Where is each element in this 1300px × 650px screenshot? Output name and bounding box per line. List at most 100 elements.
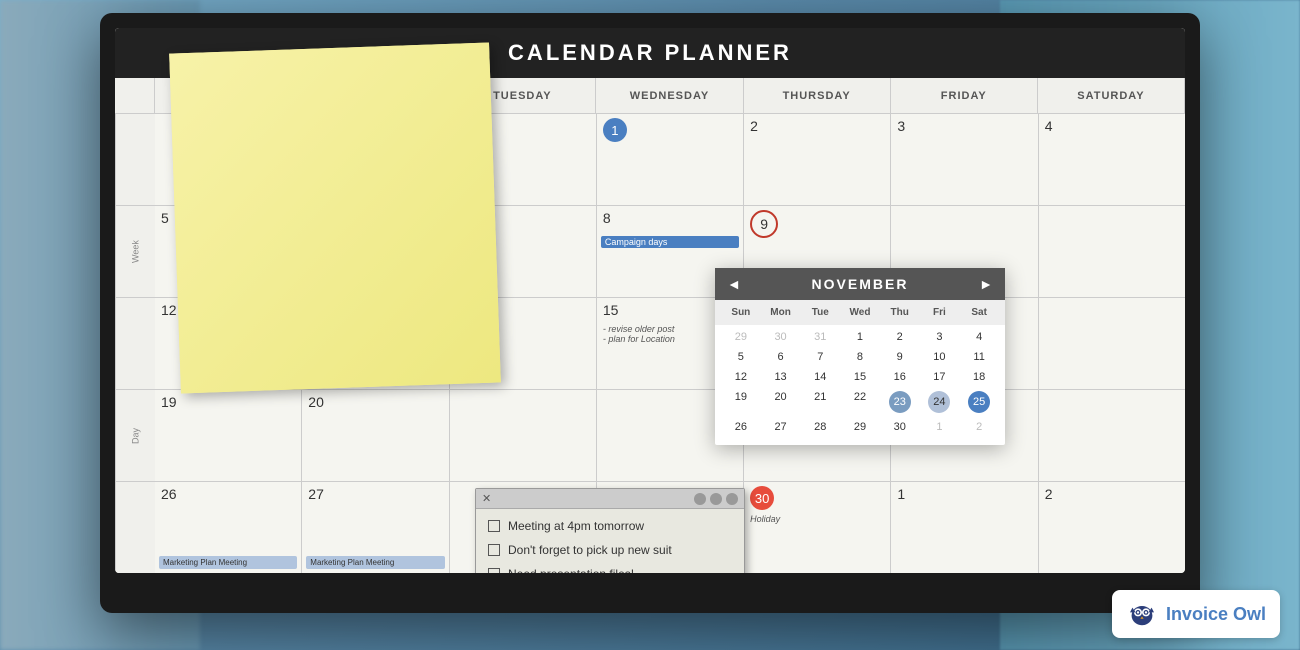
cal-cell-fri1: 3 [891, 114, 1038, 205]
task-dot-3 [726, 493, 738, 505]
side-label-3 [115, 298, 155, 389]
task-label-1: Meeting at 4pm tomorrow [508, 519, 644, 533]
mini-cal-next[interactable]: ► [979, 276, 993, 292]
mini-day-w1-d5[interactable]: 10 [920, 347, 960, 367]
screen: CALENDAR PLANNER SUNDAY MONDAY TUESDAY W… [115, 28, 1185, 573]
day-12: 12 [161, 302, 177, 318]
mini-cal-prev[interactable]: ◄ [727, 276, 741, 292]
mini-day-w3-d6[interactable]: 25 [959, 387, 999, 417]
cal-cell-tue4 [450, 390, 597, 481]
mini-col-wed: Wed [840, 304, 880, 321]
invoice-text-prefix: Invoice [1166, 604, 1228, 624]
mini-day-w0-d0[interactable]: 29 [721, 327, 761, 347]
mini-day-w4-d5[interactable]: 1 [920, 417, 960, 437]
cal-cell-sat5: 2 [1039, 482, 1185, 573]
day-2: 2 [750, 118, 758, 134]
mini-day-w1-d0[interactable]: 5 [721, 347, 761, 367]
mini-day-w4-d3[interactable]: 29 [840, 417, 880, 437]
mini-day-w3-d4[interactable]: 23 [880, 387, 920, 417]
mini-day-w4-d2[interactable]: 28 [800, 417, 840, 437]
invoice-owl-badge: Invoice Owl [1112, 590, 1280, 638]
task-popup-header: ✕ [476, 489, 744, 509]
mini-day-w1-d1[interactable]: 6 [761, 347, 801, 367]
cal-cell-thu1: 2 [744, 114, 891, 205]
side-label-4: Day [115, 390, 155, 481]
mini-day-w3-d5[interactable]: 24 [920, 387, 960, 417]
task-dots [694, 493, 738, 505]
task-label-2: Don't forget to pick up new suit [508, 543, 672, 557]
mini-day-w3-d1[interactable]: 20 [761, 387, 801, 417]
mini-cal-title: NOVEMBER [812, 276, 909, 292]
mini-day-w3-d2[interactable]: 21 [800, 387, 840, 417]
day-27: 27 [308, 486, 324, 502]
day-3: 3 [897, 118, 905, 134]
task-item-2: Don't forget to pick up new suit [488, 543, 732, 557]
task-dot-1 [694, 493, 706, 505]
mini-col-sun: Sun [721, 304, 761, 321]
mini-day-w2-d4[interactable]: 16 [880, 367, 920, 387]
side-label-1 [115, 114, 155, 205]
mini-calendar[interactable]: ◄ NOVEMBER ► Sun Mon Tue Wed Thu Fri Sat… [715, 268, 1005, 445]
task-checkbox-3[interactable] [488, 568, 500, 573]
mini-day-w0-d4[interactable]: 2 [880, 327, 920, 347]
col-header-wednesday: WEDNESDAY [596, 78, 743, 113]
side-label-2: Week [115, 206, 155, 297]
col-header-thursday: THURSDAY [744, 78, 891, 113]
mini-day-w4-d0[interactable]: 26 [721, 417, 761, 437]
invoice-owl-text: Invoice Owl [1166, 604, 1266, 625]
mini-day-w1-d6[interactable]: 11 [959, 347, 999, 367]
day-1-next: 1 [897, 486, 905, 502]
mini-day-w2-d0[interactable]: 12 [721, 367, 761, 387]
event-marketing-sun: Marketing Plan Meeting [159, 556, 297, 569]
task-label-3: Need presentation files! [508, 567, 634, 573]
mini-day-w0-d2[interactable]: 31 [800, 327, 840, 347]
day-30: 30 [750, 486, 774, 510]
task-close-icon[interactable]: ✕ [482, 492, 491, 505]
task-item-3: Need presentation files! [488, 567, 732, 573]
mini-day-w3-d0[interactable]: 19 [721, 387, 761, 417]
mini-day-w0-d1[interactable]: 30 [761, 327, 801, 347]
task-checkbox-1[interactable] [488, 520, 500, 532]
task-dot-2 [710, 493, 722, 505]
day-9: 9 [750, 210, 778, 238]
mini-day-w1-d2[interactable]: 7 [800, 347, 840, 367]
mini-day-w0-d3[interactable]: 1 [840, 327, 880, 347]
mini-day-w4-d1[interactable]: 27 [761, 417, 801, 437]
mini-day-w4-d4[interactable]: 30 [880, 417, 920, 437]
mini-day-w3-d3[interactable]: 22 [840, 387, 880, 417]
day-19: 19 [161, 394, 177, 410]
monitor-frame: CALENDAR PLANNER SUNDAY MONDAY TUESDAY W… [100, 13, 1200, 613]
task-checkbox-2[interactable] [488, 544, 500, 556]
mini-day-w2-d3[interactable]: 15 [840, 367, 880, 387]
cal-cell-sat4 [1039, 390, 1185, 481]
day-26: 26 [161, 486, 177, 502]
owl-logo-icon [1126, 598, 1158, 630]
mini-day-w4-d6[interactable]: 2 [959, 417, 999, 437]
mini-day-w2-d6[interactable]: 18 [959, 367, 999, 387]
mini-cal-grid: 2930311234567891011121314151617181920212… [715, 325, 1005, 445]
mini-day-w0-d6[interactable]: 4 [959, 327, 999, 347]
mini-day-w2-d1[interactable]: 13 [761, 367, 801, 387]
mini-col-tue: Tue [800, 304, 840, 321]
day-15: 15 [603, 302, 619, 318]
cal-row-4: Day 19 20 23 - path postsstepnd. [115, 390, 1185, 482]
mini-day-w1-d4[interactable]: 9 [880, 347, 920, 367]
cal-cell-sat3 [1039, 298, 1185, 389]
day-4: 4 [1045, 118, 1053, 134]
mini-col-mon: Mon [761, 304, 801, 321]
cal-cell-thu5: 30 Holiday [744, 482, 891, 573]
mini-cal-days-header: Sun Mon Tue Wed Thu Fri Sat [715, 300, 1005, 325]
day-2-next: 2 [1045, 486, 1053, 502]
mini-day-w2-d2[interactable]: 14 [800, 367, 840, 387]
calendar-title: CALENDAR PLANNER [508, 40, 792, 66]
mini-day-w2-d5[interactable]: 17 [920, 367, 960, 387]
mini-day-w1-d3[interactable]: 8 [840, 347, 880, 367]
day-8: 8 [603, 210, 611, 226]
task-item-1: Meeting at 4pm tomorrow [488, 519, 732, 533]
col-header-saturday: SATURDAY [1038, 78, 1185, 113]
mini-day-w0-d5[interactable]: 3 [920, 327, 960, 347]
day-1: 1 [603, 118, 627, 142]
side-label-spacer [115, 78, 155, 113]
sticky-note [169, 43, 501, 394]
sticky-note-content [169, 43, 501, 394]
